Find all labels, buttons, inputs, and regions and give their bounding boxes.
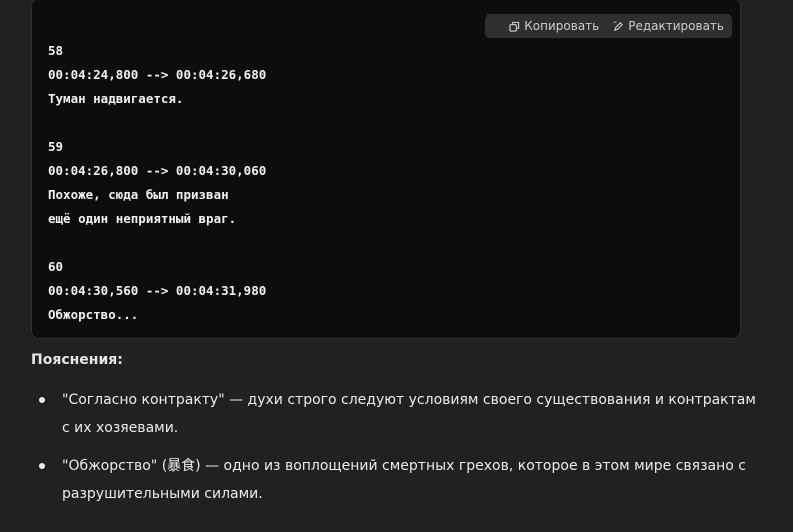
notes-heading: Пояснения:	[31, 352, 123, 368]
bullet-icon	[39, 463, 45, 469]
list-item: "Согласно контракту" — духи строго следу…	[31, 386, 761, 442]
code-block: Копировать Редактировать 58 00:04:24,800…	[31, 0, 741, 339]
notes-list: "Согласно контракту" — духи строго следу…	[31, 386, 761, 518]
edit-label: Редактировать	[628, 19, 724, 33]
copy-button[interactable]: Копировать	[509, 19, 599, 33]
edit-button[interactable]: Редактировать	[613, 19, 724, 33]
code-content: 58 00:04:24,800 --> 00:04:26,680 Туман н…	[48, 43, 267, 322]
copy-label: Копировать	[524, 19, 600, 33]
bullet-icon	[39, 397, 45, 403]
copy-icon	[509, 21, 520, 32]
list-item: "Обжорство" (暴食) — одно из воплощений см…	[31, 452, 761, 508]
code-toolbar: Копировать Редактировать	[485, 14, 732, 38]
edit-pencil-icon	[613, 20, 624, 31]
